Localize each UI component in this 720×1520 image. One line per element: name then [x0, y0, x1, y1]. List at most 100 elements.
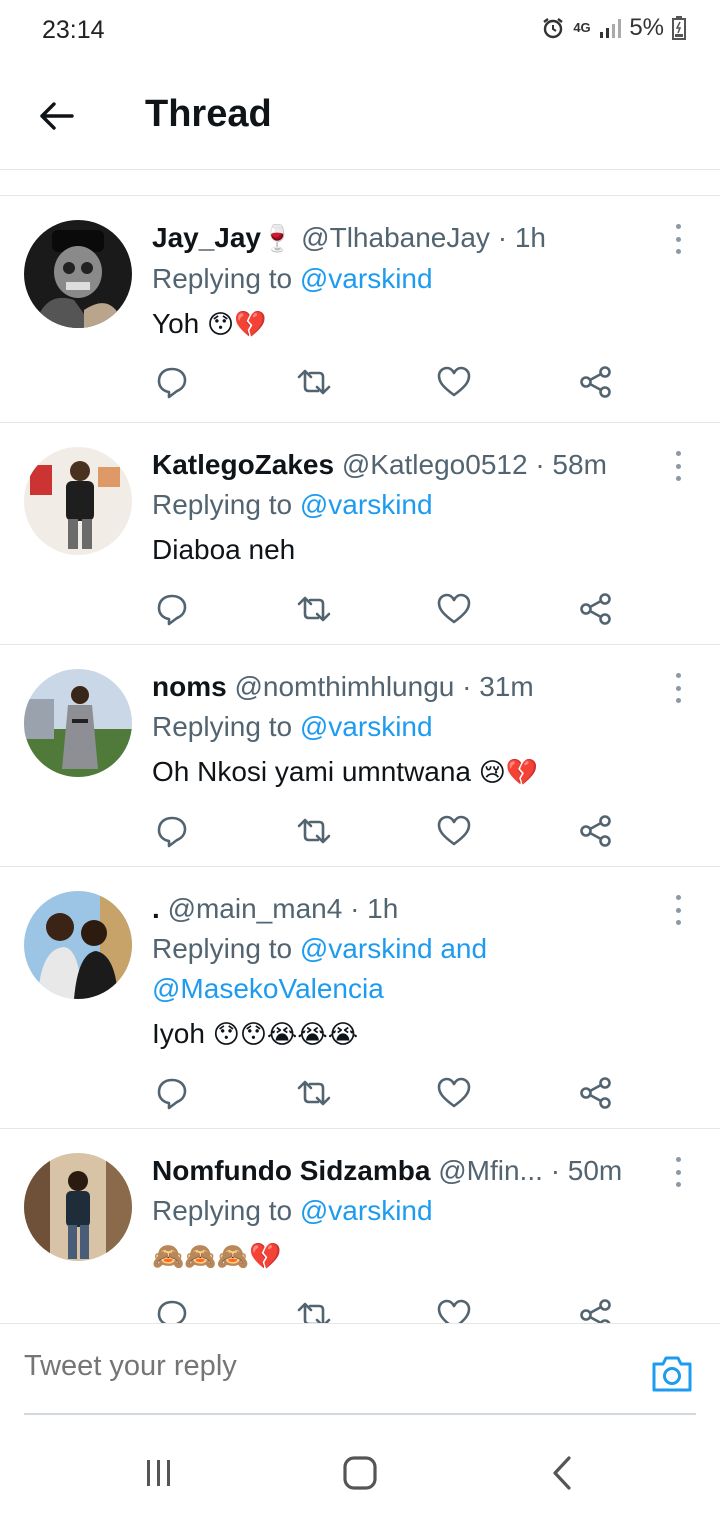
tweet-item[interactable]: Nomfundo Sidzamba @Mfin... · 50m Replyin… — [0, 1129, 720, 1323]
replying-to-label: Replying to — [152, 711, 293, 742]
like-button[interactable] — [434, 362, 474, 402]
retweet-icon — [297, 369, 331, 395]
retweet-icon — [297, 818, 331, 844]
share-button[interactable] — [576, 811, 616, 851]
more-options-button[interactable] — [668, 224, 688, 254]
retweet-icon — [297, 596, 331, 622]
alarm-icon — [543, 18, 564, 39]
reply-to-link-2[interactable]: @MasekoValencia — [152, 973, 384, 1004]
tweet-item[interactable]: Jay_Jay🍷 @TlhabaneJay · 1h Replying to @… — [0, 196, 720, 423]
recent-apps-button[interactable] — [139, 1453, 179, 1493]
replying-to-label: Replying to — [152, 1195, 293, 1226]
like-button[interactable] — [434, 1073, 474, 1113]
like-button[interactable] — [434, 1295, 474, 1323]
status-bar: 23:14 4G 5% — [0, 0, 720, 62]
retweet-button[interactable] — [294, 811, 334, 851]
tweet-text: Diaboa neh — [152, 534, 296, 565]
reply-button[interactable] — [152, 1073, 192, 1113]
reply-to-link[interactable]: @varskind — [300, 711, 433, 742]
tweet-actions — [152, 811, 622, 851]
display-name[interactable]: noms — [152, 671, 227, 702]
reply-button[interactable] — [152, 362, 192, 402]
replying-to-label: Replying to — [152, 263, 293, 294]
retweet-icon — [297, 1302, 331, 1323]
heart-icon — [437, 366, 471, 397]
page-title: Thread — [145, 93, 272, 135]
tweet-actions — [152, 1073, 622, 1113]
share-button[interactable] — [576, 362, 616, 402]
reply-button[interactable] — [152, 811, 192, 851]
reply-button[interactable] — [152, 589, 192, 629]
reply-button[interactable] — [152, 1295, 192, 1323]
display-name[interactable]: Nomfundo Sidzamba — [152, 1155, 430, 1186]
app-header: Thread — [0, 62, 720, 170]
reply-to-link[interactable]: @varskind — [300, 263, 433, 294]
retweet-button[interactable] — [294, 589, 334, 629]
tweet-actions — [152, 362, 622, 402]
more-options-button[interactable] — [668, 1157, 688, 1187]
reply-to-link[interactable]: @varskind — [300, 1195, 433, 1226]
user-handle[interactable]: @Katlego0512 — [342, 449, 528, 480]
battery-percent: 5% — [629, 14, 664, 41]
display-name[interactable]: . — [152, 893, 160, 924]
home-button[interactable] — [340, 1453, 380, 1493]
heart-icon — [437, 1077, 471, 1108]
avatar[interactable] — [24, 1153, 132, 1261]
tweet-time: · 31m — [462, 671, 534, 702]
share-button[interactable] — [576, 589, 616, 629]
avatar[interactable] — [24, 220, 132, 328]
share-button[interactable] — [576, 1295, 616, 1323]
display-name[interactable]: Jay_Jay — [152, 222, 261, 253]
share-icon — [580, 815, 611, 847]
display-name[interactable]: KatlegoZakes — [152, 449, 334, 480]
comment-icon — [157, 816, 187, 848]
tweet-item[interactable]: KatlegoZakes @Katlego0512 · 58m Replying… — [0, 423, 720, 645]
more-options-button[interactable] — [668, 895, 688, 925]
share-button[interactable] — [576, 1073, 616, 1113]
like-button[interactable] — [434, 811, 474, 851]
heart-icon — [437, 1299, 471, 1323]
reply-to-link[interactable]: @varskind — [300, 489, 433, 520]
retweet-button[interactable] — [294, 362, 334, 402]
system-nav-bar — [0, 1415, 720, 1520]
tweet-text: Oh Nkosi yami umntwana — [152, 756, 472, 787]
reply-to-link[interactable]: @varskind and — [300, 933, 487, 964]
user-handle[interactable]: @nomthimhlungu — [234, 671, 454, 702]
comment-icon — [157, 367, 187, 399]
battery-icon — [672, 16, 686, 40]
camera-button[interactable] — [650, 1354, 694, 1394]
retweet-icon — [297, 1080, 331, 1106]
user-handle[interactable]: @TlhabaneJay — [301, 222, 490, 253]
more-options-button[interactable] — [668, 451, 688, 481]
retweet-button[interactable] — [294, 1073, 334, 1113]
share-icon — [580, 593, 611, 625]
avatar[interactable] — [24, 447, 132, 555]
tweet-time: · 58m — [535, 449, 607, 480]
status-icons: 4G 5% — [541, 14, 686, 42]
like-button[interactable] — [434, 589, 474, 629]
chevron-left-icon — [553, 1456, 571, 1490]
tweet-time: · 1h — [350, 893, 399, 924]
name-emoji: 🍷 — [261, 224, 294, 254]
tweet-text: Iyoh — [152, 1018, 205, 1049]
reply-input[interactable] — [24, 1350, 584, 1383]
avatar[interactable] — [24, 669, 132, 777]
more-options-button[interactable] — [668, 673, 688, 703]
user-handle[interactable]: @Mfin... — [438, 1155, 543, 1186]
back-button[interactable] — [32, 92, 80, 140]
recent-apps-icon — [147, 1460, 170, 1486]
tweet-item[interactable]: noms @nomthimhlungu · 31m Replying to @v… — [0, 645, 720, 867]
comment-icon — [157, 1300, 187, 1323]
tweet-emojis: 😯😯😭😭😭 — [212, 1020, 359, 1050]
reply-feed: Jay_Jay🍷 @TlhabaneJay · 1h Replying to @… — [0, 196, 720, 1323]
user-handle[interactable]: @main_man4 — [168, 893, 343, 924]
tweet-text: Yoh — [152, 308, 200, 339]
tweet-actions — [152, 1295, 622, 1323]
system-back-button[interactable] — [542, 1453, 582, 1493]
reply-composer — [0, 1323, 720, 1415]
retweet-button[interactable] — [294, 1295, 334, 1323]
thread-separator — [0, 170, 720, 196]
replying-to-label: Replying to — [152, 933, 293, 964]
tweet-item[interactable]: . @main_man4 · 1h Replying to @varskind … — [0, 867, 720, 1129]
avatar[interactable] — [24, 891, 132, 999]
